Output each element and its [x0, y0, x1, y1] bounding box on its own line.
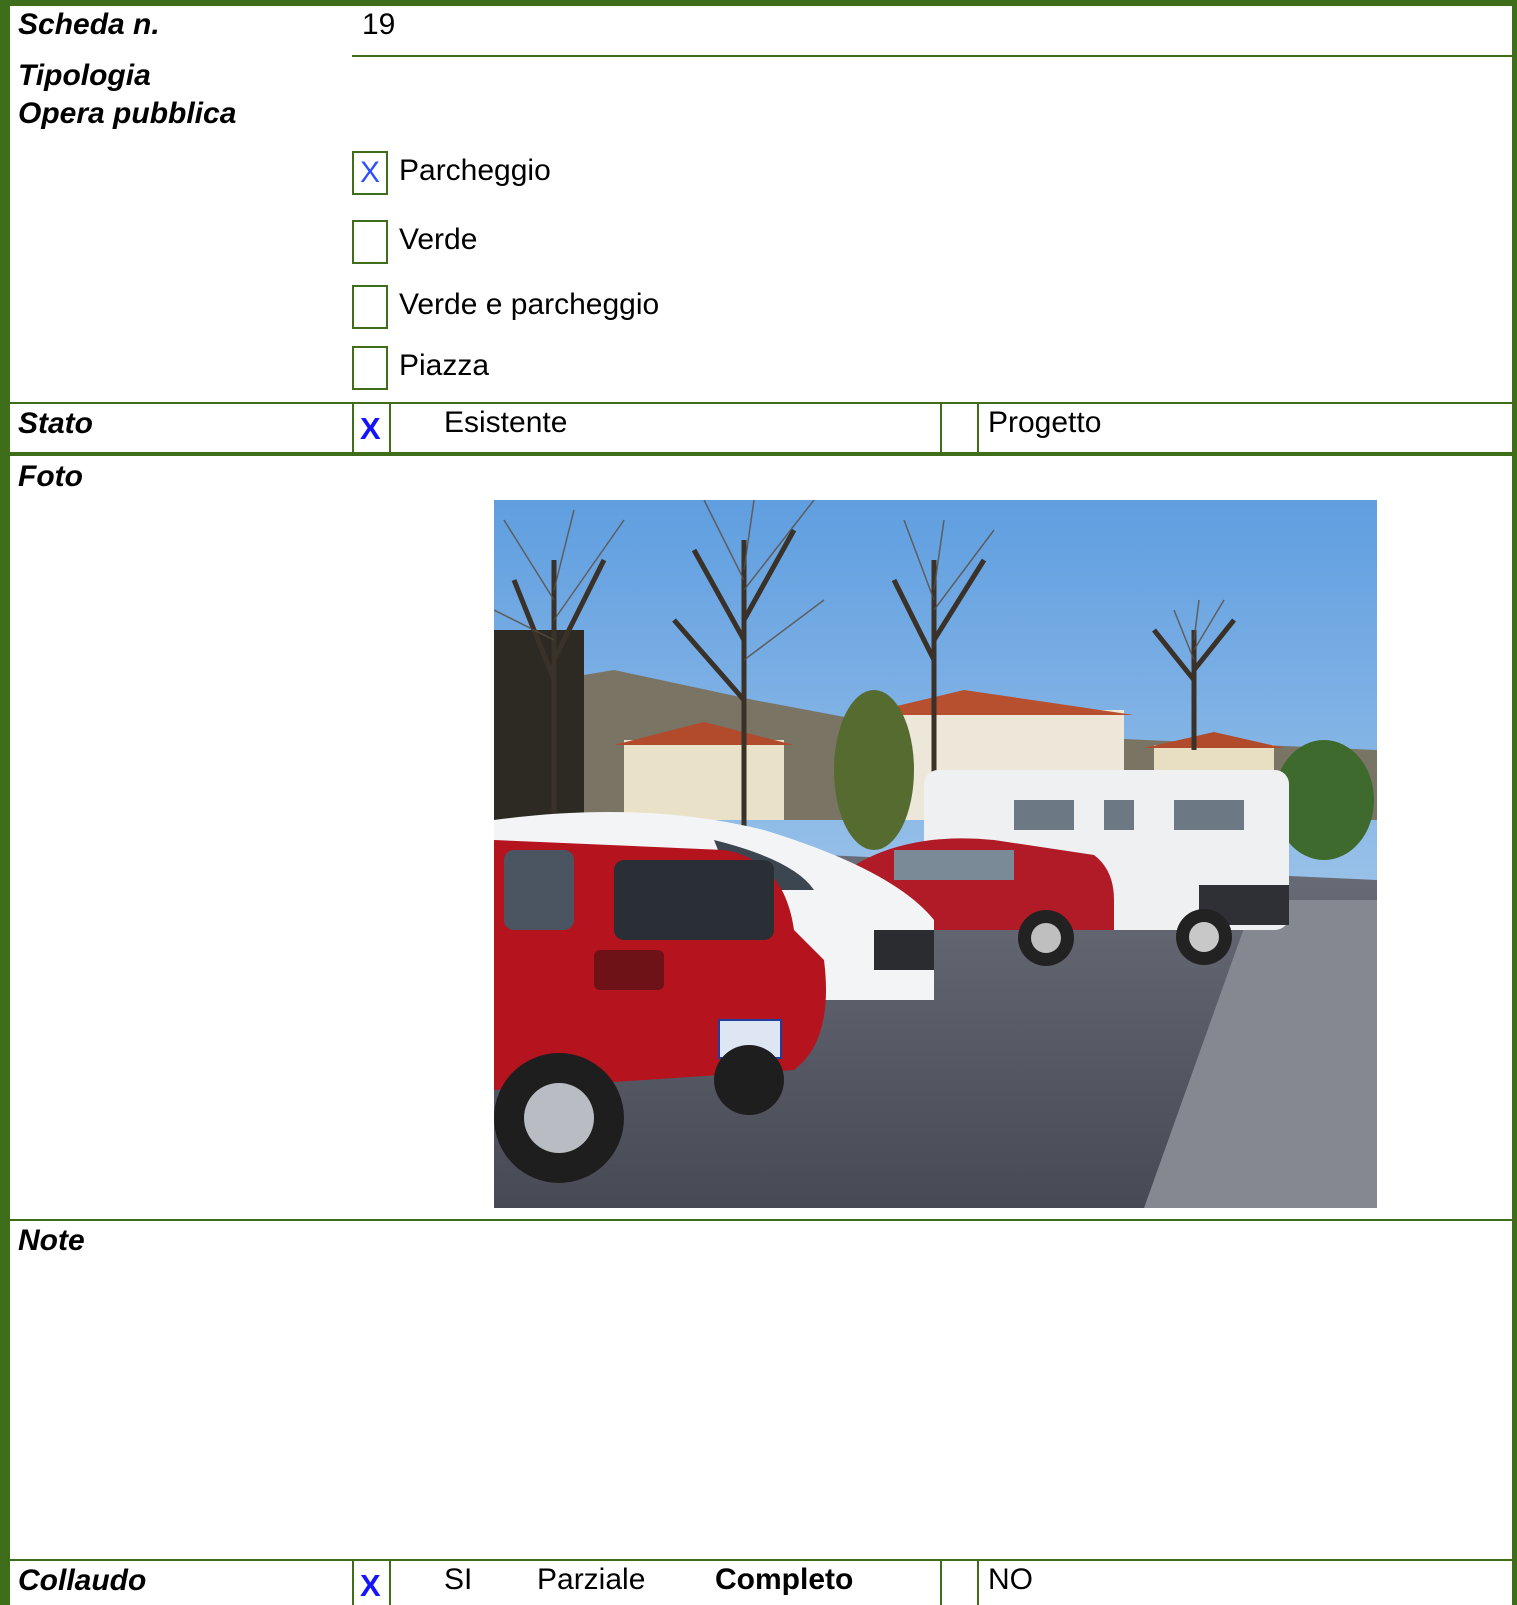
right-border: [1512, 0, 1517, 1605]
row-divider-foto: [10, 1219, 1517, 1221]
stato-cell-divider: [940, 404, 942, 452]
checkbox-verde-e-parcheggio[interactable]: [352, 285, 388, 329]
option-verde-e-parcheggio-label: Verde e parcheggio: [399, 288, 660, 321]
collaudo-cell-divider: [940, 1561, 942, 1605]
collaudo-cell-divider: [389, 1561, 391, 1605]
option-verde-label: Verde: [399, 223, 478, 256]
tipologia-label: Tipologia: [18, 59, 151, 92]
left-border: [0, 0, 10, 1605]
collaudo-cell-divider: [977, 1561, 979, 1605]
collaudo-completo-label: Completo: [715, 1563, 854, 1596]
collaudo-cell-divider: [352, 1561, 354, 1605]
stato-esistente-mark[interactable]: X: [360, 410, 381, 448]
collaudo-label: Collaudo: [18, 1564, 147, 1597]
row-divider-stato: [10, 452, 1517, 456]
collaudo-si-mark[interactable]: X: [360, 1567, 381, 1605]
option-parcheggio-label: Parcheggio: [399, 154, 551, 187]
scheda-number: 19: [362, 8, 396, 41]
collaudo-si-label: SI: [444, 1563, 473, 1596]
stato-cell-divider: [977, 404, 979, 452]
checkbox-parcheggio[interactable]: X: [352, 151, 388, 195]
checkbox-verde[interactable]: [352, 220, 388, 264]
option-piazza-label: Piazza: [399, 349, 490, 382]
stato-esistente-label: Esistente: [444, 406, 568, 439]
opera-pubblica-label: Opera pubblica: [18, 97, 237, 130]
parking-photo: [493, 499, 1377, 1208]
row-divider-scheda: [352, 55, 1517, 57]
top-border: [0, 0, 1517, 6]
collaudo-parziale-label: Parziale: [537, 1563, 646, 1596]
stato-progetto-label: Progetto: [988, 406, 1102, 439]
foto-label: Foto: [18, 460, 83, 493]
scheda-label: Scheda n.: [18, 8, 160, 41]
checkbox-piazza[interactable]: [352, 346, 388, 390]
stato-cell-divider: [389, 404, 391, 452]
stato-cell-divider: [352, 404, 354, 452]
note-label: Note: [18, 1224, 85, 1257]
collaudo-no-label: NO: [988, 1563, 1033, 1596]
stato-label: Stato: [18, 407, 93, 440]
row-divider-tipologia: [10, 402, 1517, 404]
